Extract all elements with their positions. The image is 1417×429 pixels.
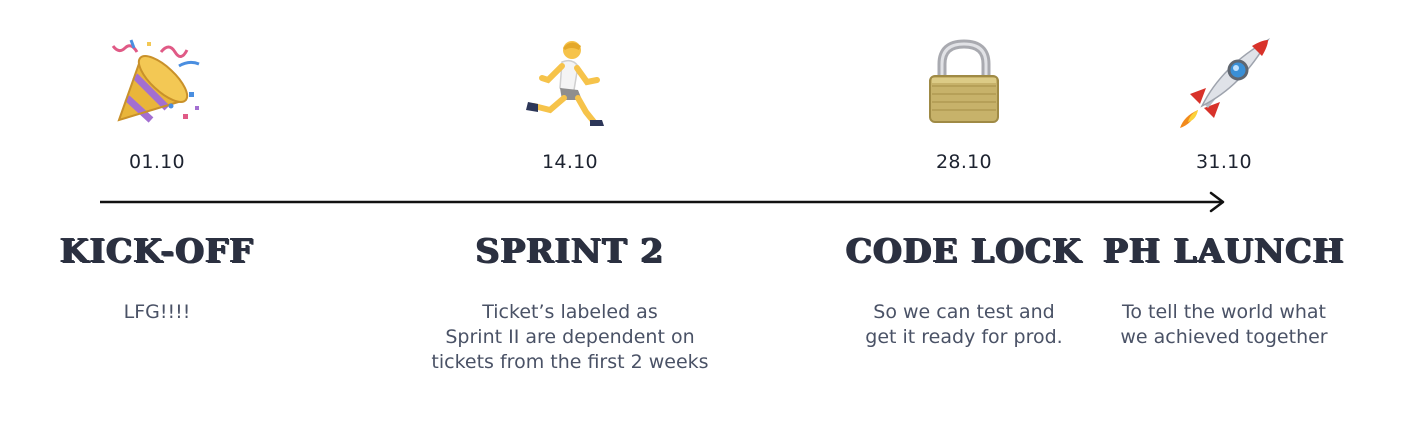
milestone-description: LFG!!!! — [123, 301, 191, 323]
milestone-title: KICK-OFF — [60, 231, 254, 270]
person-running-icon — [522, 36, 618, 132]
lock-icon — [916, 36, 1012, 132]
milestone-title: SPRINT 2 — [475, 231, 665, 270]
milestone-kickoff: 01.10 KICK-OFF LFG!!!! — [0, 0, 327, 429]
milestone-date: 01.10 — [129, 151, 185, 173]
milestone-description: To tell the world what we achieved toget… — [1120, 301, 1328, 348]
party-popper-icon — [109, 36, 205, 132]
rocket-icon — [1176, 36, 1272, 132]
milestone-sprint-2: 14.10 SPRINT 2 Ticket’s labeled as Sprin… — [400, 0, 740, 429]
milestone-date: 31.10 — [1196, 151, 1252, 173]
milestone-description: Ticket’s labeled as Sprint II are depend… — [431, 301, 709, 373]
milestone-title: CODE LOCK — [845, 231, 1083, 270]
milestone-ph-launch: 31.10 PH LAUNCH To tell the world what w… — [1054, 0, 1394, 429]
milestone-date: 14.10 — [542, 151, 598, 173]
milestone-title: PH LAUNCH — [1103, 231, 1345, 270]
